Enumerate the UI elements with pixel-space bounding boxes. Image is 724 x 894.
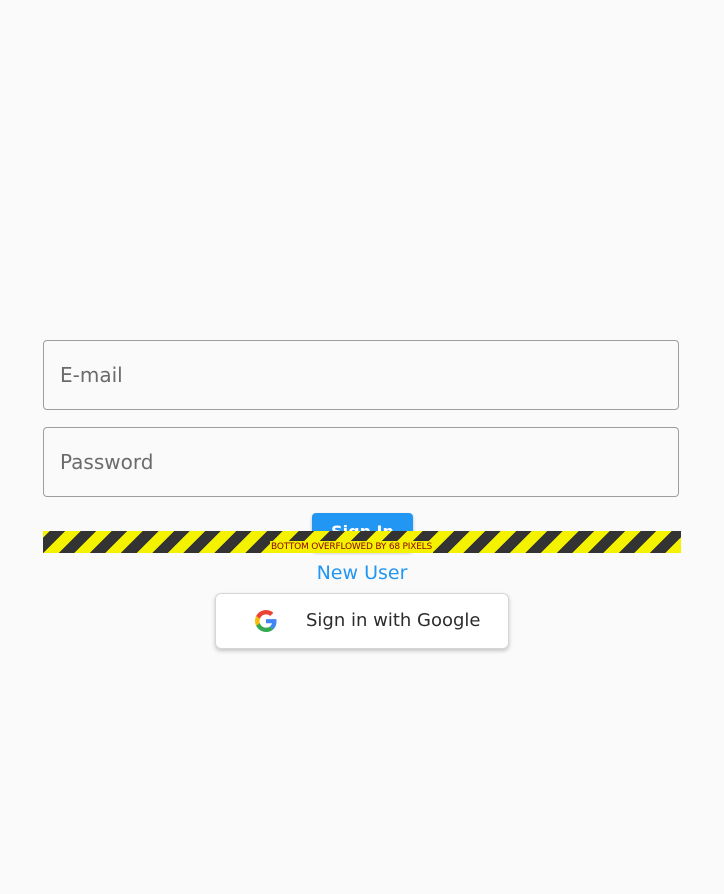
google-g-icon (255, 610, 277, 632)
email-input[interactable] (44, 341, 678, 409)
email-field-container[interactable] (43, 340, 679, 410)
overflow-warning-text: BOTTOM OVERFLOWED BY 68 PIXELS (270, 541, 434, 553)
google-sign-in-button[interactable]: Sign in with Google (215, 593, 509, 649)
password-input[interactable] (44, 428, 678, 496)
new-user-link[interactable]: New User (0, 561, 724, 585)
password-field-container[interactable] (43, 427, 679, 497)
login-screen: Sign In BOTTOM OVERFLOWED BY 68 PIXELS N… (0, 0, 724, 894)
google-sign-in-label: Sign in with Google (306, 610, 481, 631)
